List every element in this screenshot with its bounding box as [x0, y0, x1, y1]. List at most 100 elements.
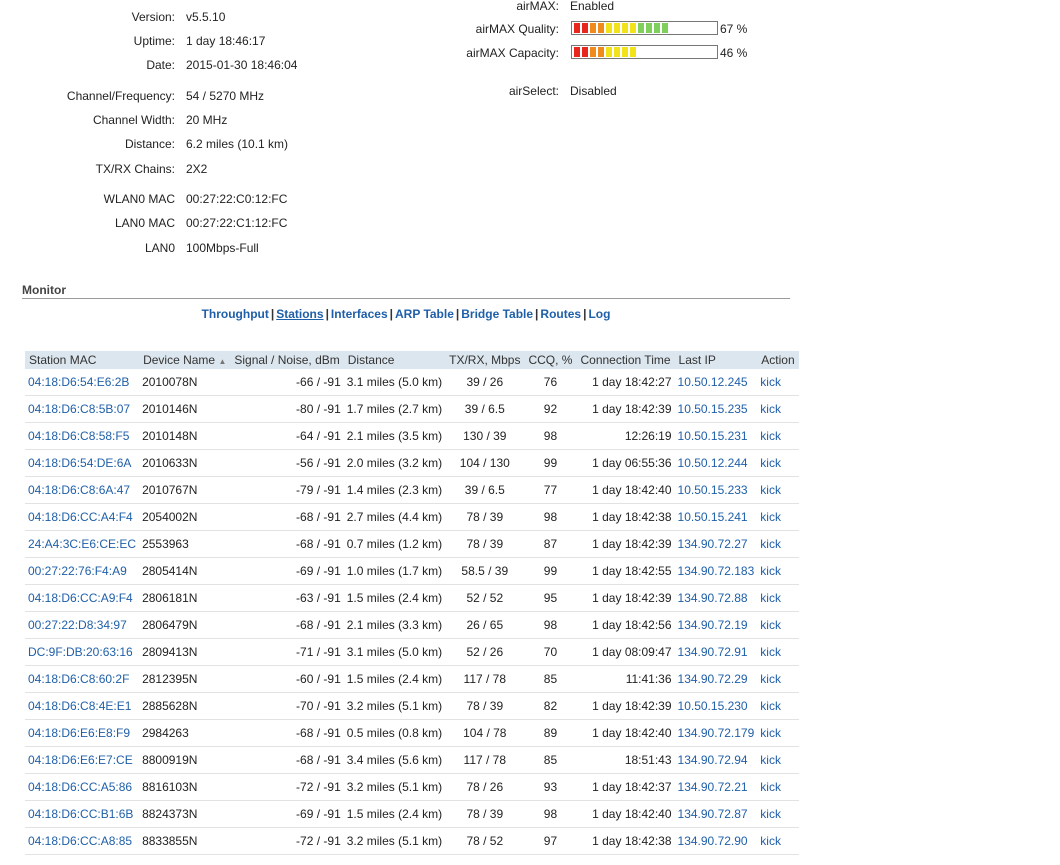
station-mac-cell[interactable]: 04:18:D6:C8:5B:07	[25, 395, 140, 423]
kick-action-link[interactable]: kick	[757, 530, 799, 558]
column-header-ccq[interactable]: CCQ, %	[524, 351, 577, 369]
station-mac-cell[interactable]: 04:18:D6:CC:A8:85	[25, 827, 140, 855]
column-header-distance[interactable]: Distance	[343, 351, 446, 369]
tab-separator: |	[455, 307, 460, 321]
station-mac-cell[interactable]: 04:18:D6:C8:6A:47	[25, 476, 140, 504]
last-ip-cell[interactable]: 134.90.72.29	[674, 665, 758, 693]
table-row: 04:18:D6:CC:B1:6B 8824373N -69 / -91 1.5 mi…	[25, 800, 799, 828]
station-mac-cell[interactable]: 04:18:D6:E6:E8:F9	[25, 719, 140, 747]
last-ip-cell[interactable]: 10.50.15.241	[674, 503, 758, 531]
txrx-cell: 52 / 52	[445, 584, 525, 612]
last-ip-cell[interactable]: 10.50.15.235	[674, 395, 758, 423]
station-mac-cell[interactable]: 04:18:D6:E6:E7:CE	[25, 746, 140, 774]
column-header-station-mac[interactable]: Station MAC	[25, 351, 140, 369]
column-header-last-ip[interactable]: Last IP	[674, 351, 758, 369]
kick-action-link[interactable]: kick	[757, 449, 799, 477]
date-label: Date:	[146, 58, 175, 72]
column-header-device-name[interactable]: Device Name ▲	[139, 351, 231, 369]
device-name-cell: 8816103N	[139, 773, 231, 801]
connection-time-cell: 1 day 18:42:39	[576, 584, 675, 612]
kick-action-link[interactable]: kick	[757, 369, 799, 396]
table-row: 04:18:D6:CC:A8:85 8833855N -72 / -91 3.2 mi…	[25, 827, 799, 855]
tab-arp-table[interactable]: ARP Table	[395, 307, 454, 321]
station-mac-cell[interactable]: DC:9F:DB:20:63:16	[25, 638, 140, 666]
sort-ascending-icon: ▲	[218, 357, 227, 366]
last-ip-cell[interactable]: 134.90.72.179	[674, 719, 758, 747]
monitor-section-title: Monitor	[22, 283, 790, 299]
kick-action-link[interactable]: kick	[757, 719, 799, 747]
signal-noise-cell: -64 / -91	[230, 422, 344, 450]
tab-throughput[interactable]: Throughput	[202, 307, 269, 321]
column-header-connection-time[interactable]: Connection Time	[576, 351, 675, 369]
last-ip-cell[interactable]: 134.90.72.87	[674, 800, 758, 828]
station-mac-cell[interactable]: 04:18:D6:CC:B1:6B	[25, 800, 140, 828]
tab-stations[interactable]: Stations	[276, 307, 323, 321]
table-row: 04:18:D6:E6:E8:F9 2984263 -68 / -91 0.5 mil…	[25, 719, 799, 747]
last-ip-cell[interactable]: 10.50.15.230	[674, 692, 758, 720]
last-ip-cell[interactable]: 10.50.15.231	[674, 422, 758, 450]
kick-action-link[interactable]: kick	[757, 827, 799, 855]
kick-action-link[interactable]: kick	[757, 800, 799, 828]
column-header-txrx[interactable]: TX/RX, Mbps	[445, 351, 525, 369]
station-mac-cell[interactable]: 04:18:D6:C8:58:F5	[25, 422, 140, 450]
ccq-cell: 85	[524, 746, 577, 774]
column-header-signal-noise[interactable]: Signal / Noise, dBm	[230, 351, 344, 369]
txrx-cell: 39 / 26	[445, 369, 525, 396]
kick-action-link[interactable]: kick	[757, 584, 799, 612]
last-ip-cell[interactable]: 134.90.72.88	[674, 584, 758, 612]
last-ip-cell[interactable]: 134.90.72.94	[674, 746, 758, 774]
tab-bridge-table[interactable]: Bridge Table	[461, 307, 533, 321]
bar-segment	[630, 23, 636, 33]
signal-noise-cell: -68 / -91	[230, 746, 344, 774]
station-mac-cell[interactable]: 04:18:D6:CC:A5:86	[25, 773, 140, 801]
station-mac-cell[interactable]: 00:27:22:76:F4:A9	[25, 557, 140, 585]
station-mac-cell[interactable]: 24:A4:3C:E6:CE:EC	[25, 530, 140, 558]
station-mac-cell[interactable]: 04:18:D6:54:E6:2B	[25, 369, 140, 396]
station-mac-cell[interactable]: 04:18:D6:CC:A4:F4	[25, 503, 140, 531]
last-ip-cell[interactable]: 10.50.12.245	[674, 369, 758, 396]
kick-action-link[interactable]: kick	[757, 773, 799, 801]
distance-cell: 1.4 miles (2.3 km)	[343, 476, 446, 504]
tab-log[interactable]: Log	[588, 307, 610, 321]
last-ip-cell[interactable]: 10.50.15.233	[674, 476, 758, 504]
kick-action-link[interactable]: kick	[757, 611, 799, 639]
kick-action-link[interactable]: kick	[757, 665, 799, 693]
txrx-cell: 78 / 52	[445, 827, 525, 855]
kick-action-link[interactable]: kick	[757, 503, 799, 531]
airmax-quality-label: airMAX Quality:	[475, 22, 559, 36]
station-mac-cell[interactable]: 04:18:D6:C8:60:2F	[25, 665, 140, 693]
tab-interfaces[interactable]: Interfaces	[331, 307, 388, 321]
last-ip-cell[interactable]: 134.90.72.91	[674, 638, 758, 666]
station-mac-cell[interactable]: 04:18:D6:54:DE:6A	[25, 449, 140, 477]
table-row: 00:27:22:D8:34:97 2806479N -68 / -91 2.1 mi…	[25, 611, 799, 639]
wlan0-mac-label: WLAN0 MAC	[103, 192, 175, 206]
kick-action-link[interactable]: kick	[757, 746, 799, 774]
tab-separator: |	[535, 307, 539, 321]
last-ip-cell[interactable]: 134.90.72.21	[674, 773, 758, 801]
last-ip-cell[interactable]: 134.90.72.183	[674, 557, 758, 585]
device-name-cell: 2010146N	[139, 395, 231, 423]
station-mac-cell[interactable]: 00:27:22:D8:34:97	[25, 611, 140, 639]
tab-separator: |	[583, 307, 587, 321]
ccq-cell: 99	[524, 557, 577, 585]
bar-segment	[574, 47, 580, 57]
kick-action-link[interactable]: kick	[757, 395, 799, 423]
station-mac-cell[interactable]: 04:18:D6:CC:A9:F4	[25, 584, 140, 612]
txrx-chains-label: TX/RX Chains:	[95, 162, 175, 176]
bar-segment	[638, 23, 644, 33]
kick-action-link[interactable]: kick	[757, 638, 799, 666]
table-row: 04:18:D6:54:DE:6A 2010633N -56 / -91 2.0 mi…	[25, 449, 799, 477]
kick-action-link[interactable]: kick	[757, 422, 799, 450]
tab-routes[interactable]: Routes	[540, 307, 581, 321]
bar-segment	[622, 47, 628, 57]
station-mac-cell[interactable]: 04:18:D6:C8:4E:E1	[25, 692, 140, 720]
last-ip-cell[interactable]: 134.90.72.90	[674, 827, 758, 855]
last-ip-cell[interactable]: 134.90.72.19	[674, 611, 758, 639]
kick-action-link[interactable]: kick	[757, 692, 799, 720]
last-ip-cell[interactable]: 10.50.12.244	[674, 449, 758, 477]
table-row: 04:18:D6:C8:4E:E1 2885628N -70 / -91 3.2 mi…	[25, 692, 799, 720]
device-name-cell: 2553963	[139, 530, 231, 558]
last-ip-cell[interactable]: 134.90.72.27	[674, 530, 758, 558]
kick-action-link[interactable]: kick	[757, 476, 799, 504]
kick-action-link[interactable]: kick	[757, 557, 799, 585]
